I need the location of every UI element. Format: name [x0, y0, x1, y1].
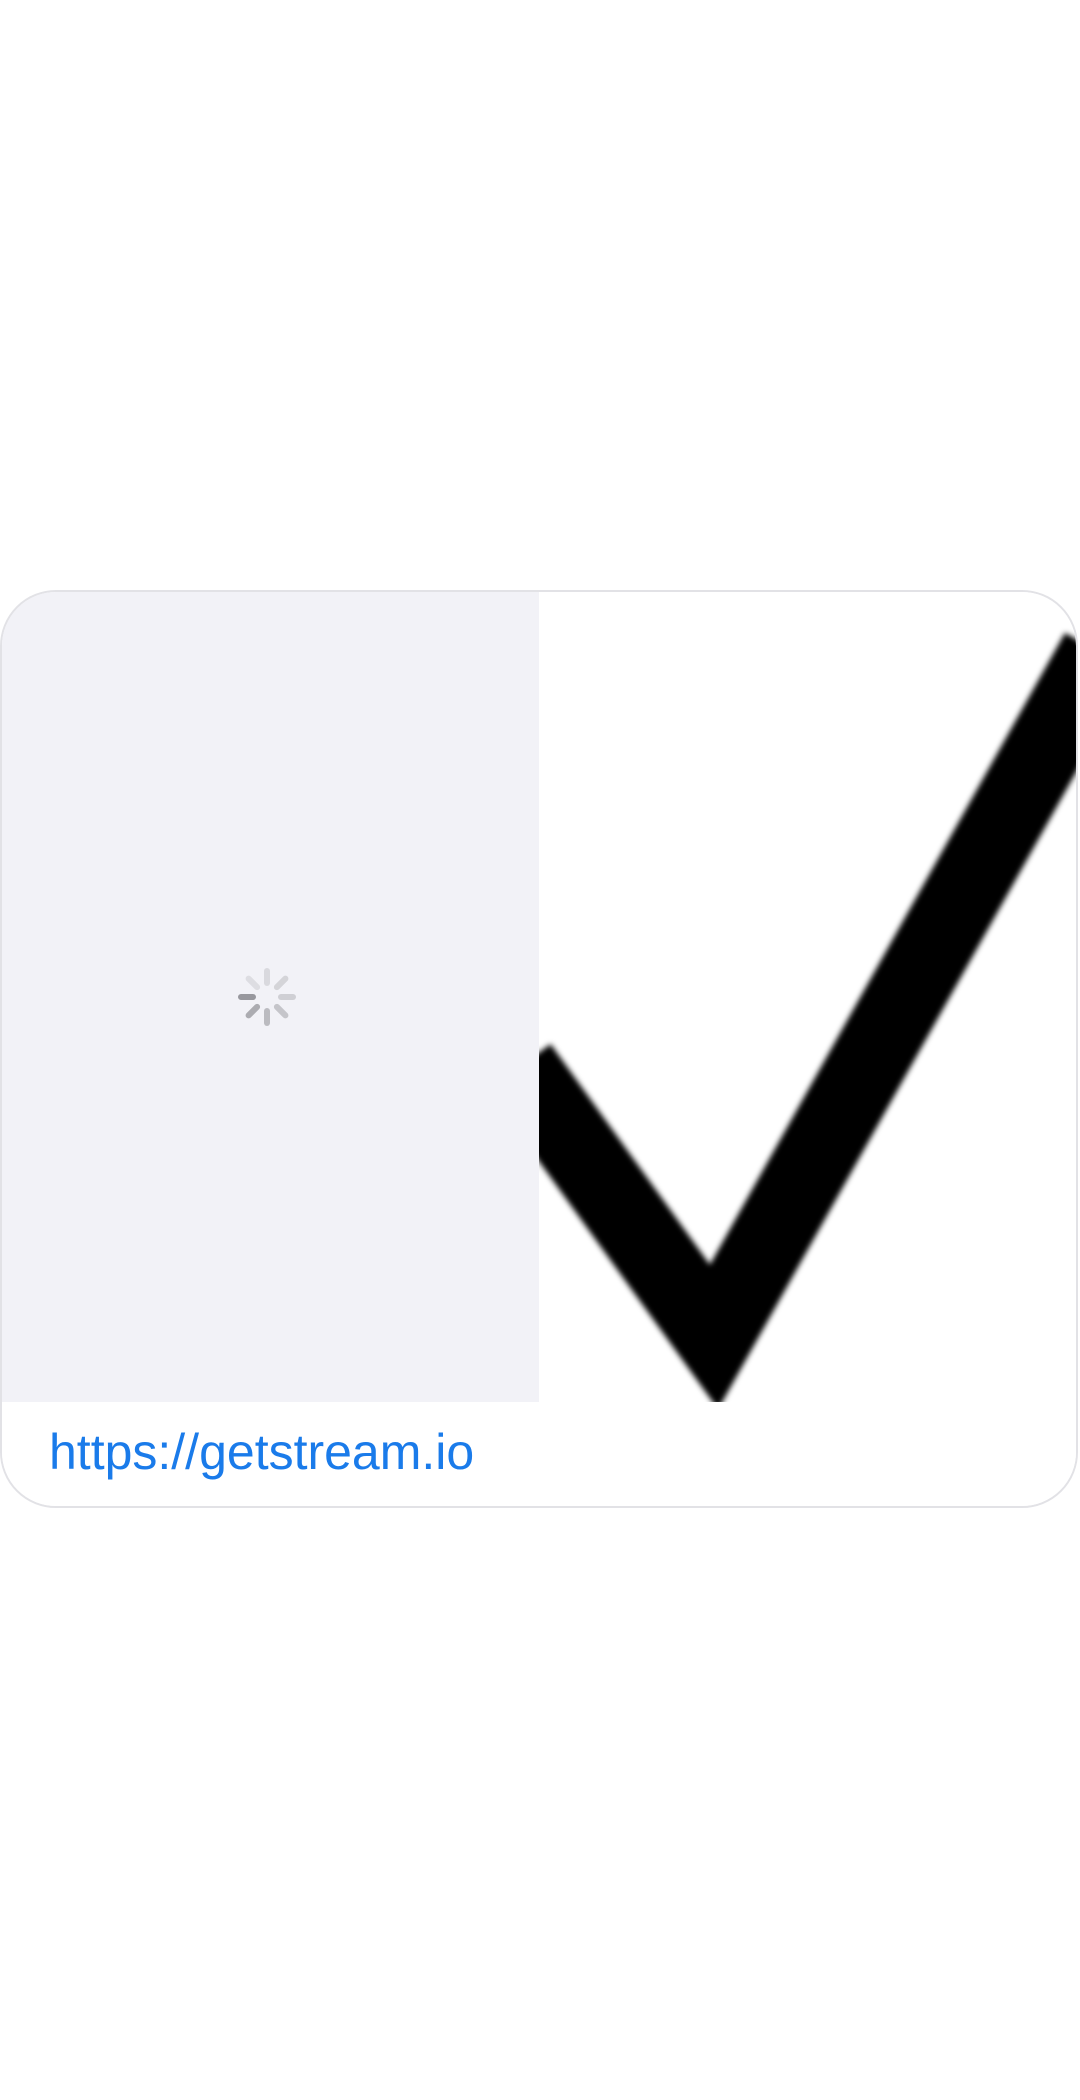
- checkmark-image-tile[interactable]: [539, 592, 1076, 1402]
- link-preview-images: [2, 592, 1076, 1402]
- checkmark-image: [539, 632, 1076, 1402]
- link-preview-card[interactable]: https://getstream.io: [0, 590, 1078, 1508]
- screen: https://getstream.io: [0, 0, 1080, 2100]
- link-footer: https://getstream.io: [2, 1402, 1076, 1506]
- link-url[interactable]: https://getstream.io: [49, 1422, 474, 1482]
- loading-image-tile: [2, 592, 539, 1402]
- activity-spinner-icon: [238, 968, 296, 1026]
